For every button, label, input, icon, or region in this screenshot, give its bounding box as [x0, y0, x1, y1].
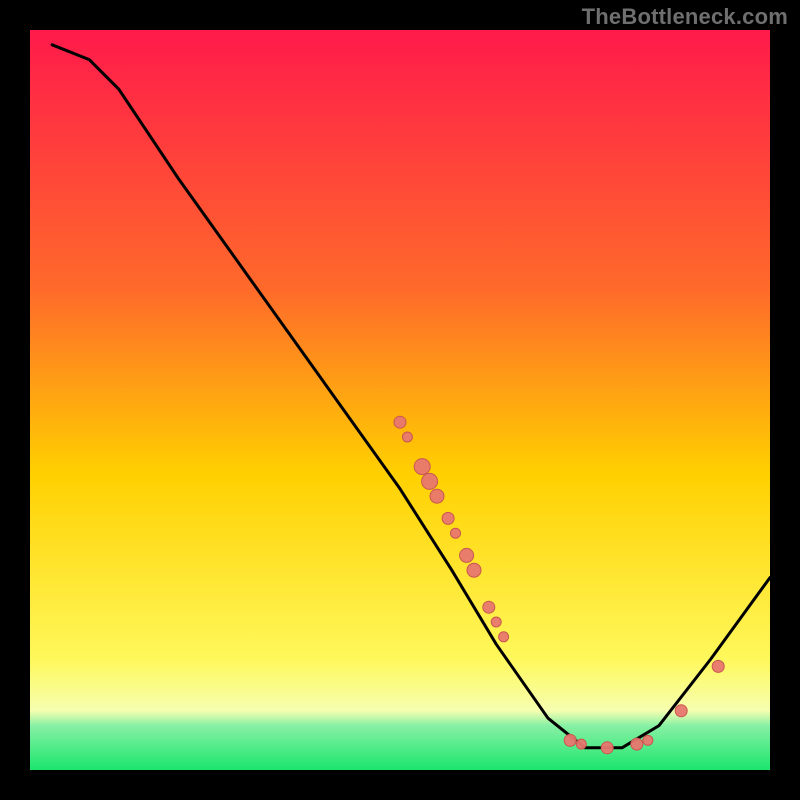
data-point: [460, 548, 474, 562]
data-point: [712, 660, 724, 672]
data-point: [394, 416, 406, 428]
data-point: [414, 459, 430, 475]
data-point: [422, 473, 438, 489]
data-point: [631, 738, 643, 750]
data-point: [430, 489, 444, 503]
data-point: [442, 512, 454, 524]
plot-area: [30, 30, 770, 770]
data-point: [576, 739, 586, 749]
data-point: [643, 735, 653, 745]
data-point: [499, 632, 509, 642]
data-point: [491, 617, 501, 627]
data-point: [483, 601, 495, 613]
data-point: [675, 705, 687, 717]
chart-container: TheBottleneck.com: [0, 0, 800, 800]
chart-svg: [0, 0, 800, 800]
watermark-text: TheBottleneck.com: [582, 4, 788, 30]
data-point: [467, 563, 481, 577]
data-point: [402, 432, 412, 442]
data-point: [451, 528, 461, 538]
data-point: [564, 734, 576, 746]
data-point: [601, 742, 613, 754]
